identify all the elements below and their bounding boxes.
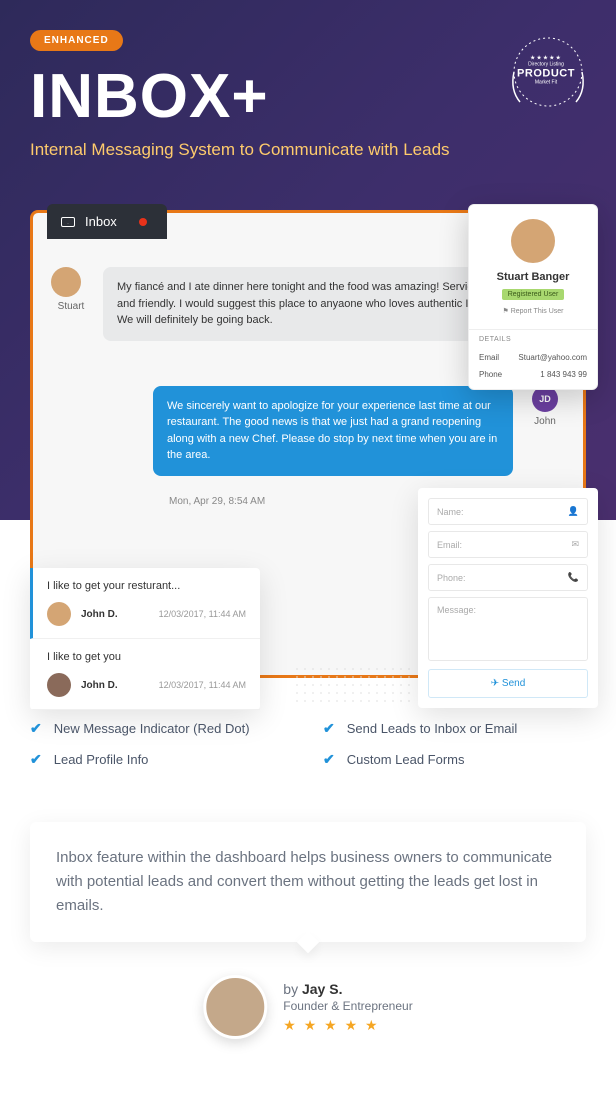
conversation-subject: I like to get you [47,651,246,663]
feature-item: ✔Custom Lead Forms [323,751,586,768]
conversation-time: 12/03/2017, 11:44 AM [159,680,246,690]
product-badge: ★★★★★ Directory Listing PRODUCT Market F… [504,28,588,112]
badge-fit: Market Fit [517,80,575,86]
feature-item: ✔Lead Profile Info [30,751,293,768]
message-bubble: We sincerely want to apologize for your … [153,386,513,476]
mail-icon [61,217,75,227]
message-row: We sincerely want to apologize for your … [51,386,565,476]
badge-prod: PRODUCT [517,68,575,80]
avatar [47,602,71,626]
conversation-list: I like to get your resturant... John D. … [30,568,260,710]
profile-name: Stuart Banger [483,271,583,283]
label: Phone [479,370,502,379]
name-field[interactable]: Name:👤 [428,498,588,525]
feature-item: ✔Send Leads to Inbox or Email [323,720,586,737]
author-role: Founder & Entrepreneur [283,999,412,1013]
profile-avatar [511,219,555,263]
decorative-dots [293,665,413,705]
conversation-subject: I like to get your resturant... [47,580,246,592]
conversation-item[interactable]: I like to get your resturant... John D. … [30,568,260,639]
avatar-label: Stuart [51,301,91,312]
conversation-time: 12/03/2017, 11:44 AM [159,609,246,619]
hero-title: INBOX+ [30,61,586,132]
conversation-name: John D. [81,680,149,691]
author-avatar [203,975,267,1039]
user-icon: 👤 [568,506,579,517]
feature-item: ✔New Message Indicator (Red Dot) [30,720,293,737]
message-field[interactable]: Message: [428,597,588,661]
profile-phone-row: Phone 1 843 943 99 [469,366,597,389]
testimonial-author: by Jay S. Founder & Entrepreneur ★ ★ ★ ★… [203,975,412,1039]
testimonial-quote: Inbox feature within the dashboard helps… [30,822,586,942]
avatar-label: John [525,416,565,427]
badge-stars: ★★★★★ [517,55,575,62]
send-button[interactable]: ✈ Send [428,669,588,698]
profile-card: Stuart Banger Registered User ⚑ Report T… [468,204,598,390]
conversation-item[interactable]: I like to get you John D. 12/03/2017, 11… [30,639,260,710]
red-dot-indicator [139,218,147,226]
value: 1 843 943 99 [540,370,587,379]
report-user-link[interactable]: ⚑ Report This User [483,307,583,315]
inbox-tab[interactable]: Inbox [47,204,167,239]
avatar [51,267,81,297]
phone-icon: 📞 [568,572,579,583]
avatar [47,673,71,697]
details-header: DETAILS [469,329,597,349]
conversation-name: John D. [81,609,149,620]
inbox-tab-label: Inbox [85,214,117,229]
hero-subtitle: Internal Messaging System to Communicate… [30,140,586,160]
check-icon: ✔ [30,720,42,737]
send-icon: ✈ [491,678,499,689]
mail-icon: ✉ [571,539,579,550]
enhanced-badge: ENHANCED [30,30,123,51]
features-grid: ✔New Message Indicator (Red Dot) ✔Send L… [30,720,586,768]
label: Email [479,353,499,362]
profile-email-row: Email Stuart@yahoo.com [469,349,597,366]
lead-form: Name:👤 Email:✉ Phone:📞 Message: ✈ Send [418,488,598,708]
mockup-area: Inbox Stuart My fiancé and I ate dinner … [30,210,586,690]
check-icon: ✔ [323,751,335,768]
check-icon: ✔ [30,751,42,768]
check-icon: ✔ [323,720,335,737]
phone-field[interactable]: Phone:📞 [428,564,588,591]
author-name-line: by Jay S. [283,981,412,997]
value: Stuart@yahoo.com [518,353,587,362]
email-field[interactable]: Email:✉ [428,531,588,558]
profile-tag: Registered User [502,289,565,300]
author-stars: ★ ★ ★ ★ ★ [283,1017,412,1034]
